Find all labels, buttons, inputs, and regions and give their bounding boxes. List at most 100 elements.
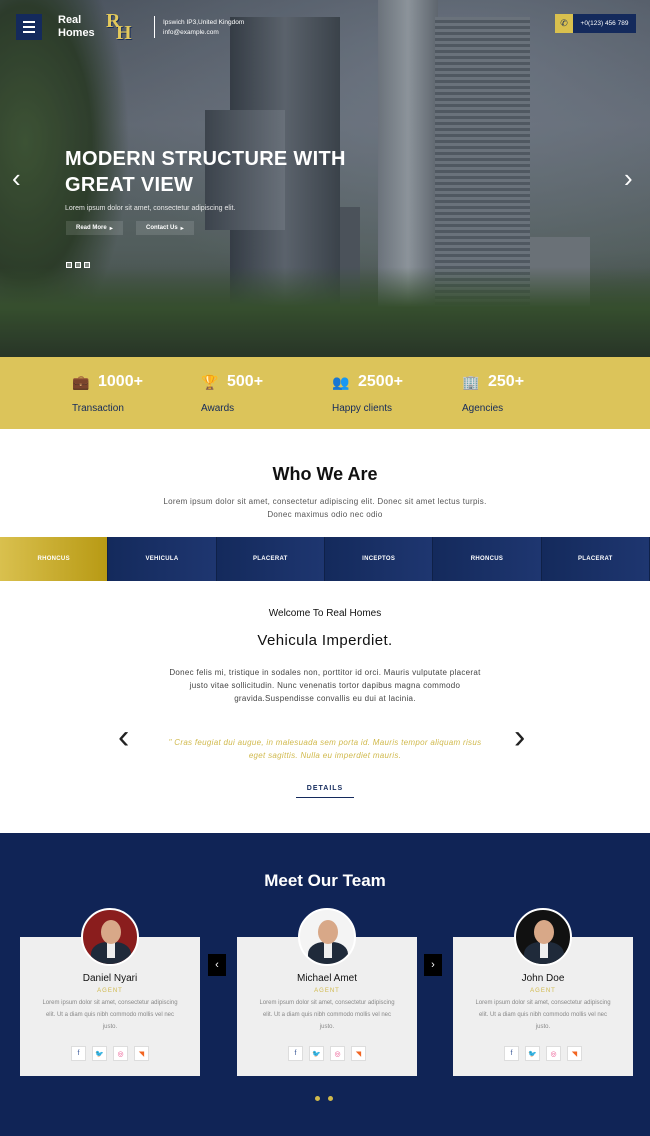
- carousel-dot[interactable]: [328, 1096, 333, 1101]
- details-button[interactable]: DETAILS: [296, 782, 354, 798]
- logo[interactable]: R H: [106, 10, 134, 44]
- stat-label: Awards: [201, 403, 235, 414]
- avatar-shirt: [540, 942, 548, 958]
- team-title: Meet Our Team: [264, 871, 386, 890]
- facebook-icon[interactable]: f: [504, 1046, 519, 1061]
- logo-letter: H: [116, 22, 132, 44]
- slider-dot[interactable]: [75, 262, 81, 268]
- twitter-icon[interactable]: 🐦: [92, 1046, 107, 1061]
- team-section: Meet Our Team Daniel Nyari AGENT Lorem i…: [0, 833, 650, 1136]
- briefcase-icon: 💼: [72, 374, 90, 390]
- slider-dot[interactable]: [66, 262, 72, 268]
- avatar: [514, 908, 572, 966]
- brand-name[interactable]: Real Homes: [58, 14, 95, 40]
- trophy-icon: 🏆: [201, 374, 219, 390]
- stat-label: Happy clients: [332, 403, 393, 414]
- member-name: John Doe: [521, 973, 565, 984]
- stats-bar: 💼 1000+ Transaction 🏆 500+ Awards 👥 2500…: [0, 357, 650, 429]
- slider-dot[interactable]: [84, 262, 90, 268]
- header-address: Ipswich IP3,United Kingdom: [163, 19, 245, 26]
- member-name: Daniel Nyari: [82, 973, 138, 984]
- avatar-head: [101, 920, 121, 944]
- team-card: Michael Amet AGENT Lorem ipsum dolor sit…: [237, 908, 417, 1076]
- rss-icon[interactable]: ◥: [567, 1046, 582, 1061]
- dribbble-icon[interactable]: ◎: [113, 1046, 128, 1061]
- avatar: [81, 908, 139, 966]
- rss-icon[interactable]: ◥: [351, 1046, 366, 1061]
- slider-next-icon[interactable]: ›: [624, 165, 633, 191]
- member-role: AGENT: [530, 988, 556, 994]
- contact-us-button[interactable]: Contact Us ▸: [136, 221, 194, 235]
- social-links: f 🐦 ◎ ◥: [453, 1046, 633, 1061]
- member-desc: Lorem ipsum dolor sit amet, consectetur …: [259, 1000, 395, 1030]
- hero-subtitle: Lorem ipsum dolor sit amet, consectetur …: [65, 205, 236, 212]
- hero-title-line: GREAT VIEW: [65, 174, 194, 196]
- dribbble-icon[interactable]: ◎: [330, 1046, 345, 1061]
- users-icon: 👥: [332, 374, 350, 390]
- tab-rhoncus[interactable]: RHONCUS: [0, 537, 109, 581]
- twitter-icon[interactable]: 🐦: [525, 1046, 540, 1061]
- read-more-button[interactable]: Read More ▸: [66, 221, 123, 235]
- header-contact-info: Ipswich IP3,United Kingdom info@example.…: [163, 18, 244, 38]
- stat-number: 1000+: [98, 373, 143, 390]
- hamburger-menu-icon[interactable]: [16, 14, 42, 40]
- stat-label: Agencies: [462, 403, 504, 414]
- team-dots: [315, 1096, 333, 1101]
- caret-right-icon: ▸: [109, 225, 113, 232]
- section-title: Who We Are: [272, 464, 378, 484]
- stat-number: 2500+: [358, 373, 403, 390]
- caret-right-icon: ▸: [180, 225, 184, 232]
- social-links: f 🐦 ◎ ◥: [20, 1046, 200, 1061]
- slider-dots: [66, 262, 90, 268]
- member-role: AGENT: [314, 988, 340, 994]
- tab-placerat-2[interactable]: PLACERAT: [541, 537, 650, 581]
- rss-icon[interactable]: ◥: [134, 1046, 149, 1061]
- hero-title: MODERN STRUCTURE WITH GREAT VIEW: [65, 146, 405, 198]
- building-icon: 🏢: [462, 374, 480, 390]
- facebook-icon[interactable]: f: [288, 1046, 303, 1061]
- header-email[interactable]: info@example.com: [163, 28, 244, 38]
- hero-slider: Real Homes R H Ipswich IP3,United Kingdo…: [0, 0, 650, 357]
- brand-line: Real: [58, 14, 82, 26]
- welcome-title: Vehicula Imperdiet.: [257, 632, 393, 649]
- tab-bar: RHONCUS VEHICULA PLACERAT INCEPTOS RHONC…: [0, 537, 650, 581]
- team-prev-icon[interactable]: ‹: [208, 954, 226, 976]
- team-card: Daniel Nyari AGENT Lorem ipsum dolor sit…: [20, 908, 200, 1076]
- brand-line: Homes: [58, 27, 95, 39]
- dribbble-icon[interactable]: ◎: [546, 1046, 561, 1061]
- tab-placerat[interactable]: PLACERAT: [216, 537, 325, 581]
- phone-number: +0(123) 456 789: [573, 14, 636, 33]
- avatar-head: [318, 920, 338, 944]
- slider-prev-icon[interactable]: ‹: [12, 165, 21, 191]
- phone-button[interactable]: ✆ +0(123) 456 789: [555, 14, 636, 33]
- stat-number: 250+: [488, 373, 525, 390]
- team-next-icon[interactable]: ›: [424, 954, 442, 976]
- section-intro: Lorem ipsum dolor sit amet, consectetur …: [163, 497, 487, 519]
- member-name: Michael Amet: [296, 973, 358, 984]
- facebook-icon[interactable]: f: [71, 1046, 86, 1061]
- avatar-shirt: [324, 942, 332, 958]
- avatar: [298, 908, 356, 966]
- stat-number: 500+: [227, 373, 264, 390]
- social-links: f 🐦 ◎ ◥: [237, 1046, 417, 1061]
- avatar-head: [534, 920, 554, 944]
- tab-inceptos[interactable]: INCEPTOS: [324, 537, 434, 581]
- carousel-dot[interactable]: [315, 1096, 320, 1101]
- member-role: AGENT: [97, 988, 123, 994]
- welcome-subtitle: Welcome To Real Homes: [268, 608, 382, 619]
- welcome-quote: " Cras feugiat dui augue, in malesuada s…: [168, 738, 482, 760]
- chevron-right-icon[interactable]: ›: [514, 720, 525, 754]
- tab-vehicula[interactable]: VEHICULA: [108, 537, 217, 581]
- welcome-text: Donec felis mi, tristique in sodales non…: [169, 668, 481, 703]
- tab-rhoncus-2[interactable]: RHONCUS: [433, 537, 542, 581]
- member-desc: Lorem ipsum dolor sit amet, consectetur …: [42, 1000, 178, 1030]
- team-card: John Doe AGENT Lorem ipsum dolor sit ame…: [453, 908, 633, 1076]
- avatar-shirt: [107, 942, 115, 958]
- chevron-left-icon[interactable]: ‹: [118, 720, 129, 754]
- twitter-icon[interactable]: 🐦: [309, 1046, 324, 1061]
- member-desc: Lorem ipsum dolor sit amet, consectetur …: [475, 1000, 611, 1030]
- hero-title-line: MODERN STRUCTURE WITH: [65, 148, 346, 170]
- contact-us-label: Contact Us: [146, 225, 178, 231]
- stat-label: Transaction: [72, 403, 124, 414]
- header-divider: [154, 16, 155, 38]
